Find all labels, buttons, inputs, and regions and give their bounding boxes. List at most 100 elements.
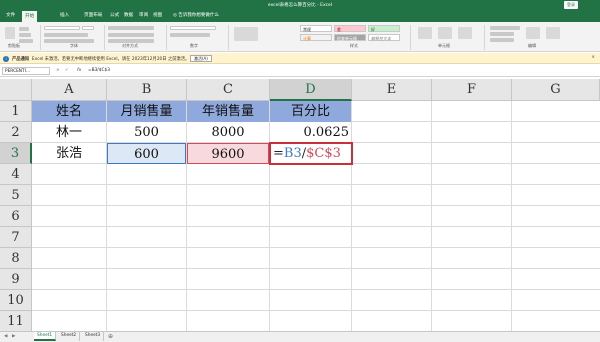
clear-button[interactable]	[490, 38, 514, 42]
style-good[interactable]: 好	[368, 25, 400, 32]
style-explanatory[interactable]: 解释性文本	[368, 34, 400, 41]
ribbon: 剪贴板 字体 对齐方式 数字 常规 差 好 计算 检查单元格 解释性文本 样式 …	[0, 22, 600, 52]
row-header-10[interactable]: 10	[0, 290, 32, 311]
ribbon-divider	[484, 25, 485, 50]
gridline	[351, 101, 352, 331]
format-cells-icon[interactable]	[458, 27, 472, 39]
cell-a1[interactable]: 姓名	[32, 101, 106, 122]
style-check-cell[interactable]: 检查单元格	[334, 34, 366, 41]
activate-button[interactable]: 激活(A)	[190, 55, 212, 62]
prev-sheet-icon[interactable]: ◀	[4, 334, 7, 339]
delete-cells-icon[interactable]	[438, 27, 452, 39]
ribbon-tabs: 文件 开始 插入 页面布局 公式 数据 审阅 视图 帮助 ◎ 告诉我你想要做什么	[0, 10, 600, 22]
info-icon: i	[3, 55, 9, 62]
gridline	[32, 289, 600, 290]
row-header-3[interactable]: 3	[0, 143, 32, 164]
cell-c2[interactable]: 8000	[187, 122, 269, 143]
row-header-4[interactable]: 4	[0, 164, 32, 185]
formula-input[interactable]: =B3/$C$3	[88, 68, 110, 73]
row-header-1[interactable]: 1	[0, 101, 32, 122]
row-header-8[interactable]: 8	[0, 248, 32, 269]
find-select-icon[interactable]	[546, 27, 560, 39]
cell-d1[interactable]: 百分比	[270, 101, 351, 122]
sheet-tab-sheet3[interactable]: Sheet3	[82, 332, 105, 341]
row-header-11[interactable]: 11	[0, 311, 32, 332]
select-all-corner[interactable]	[0, 79, 32, 101]
style-normal[interactable]: 常规	[300, 25, 332, 32]
sheet-tab-sheet2[interactable]: Sheet2	[58, 332, 81, 341]
row-header-6[interactable]: 6	[0, 206, 32, 227]
gridline	[32, 268, 600, 269]
tell-me-search[interactable]: ◎ 告诉我你想要做什么	[173, 12, 219, 18]
next-sheet-icon[interactable]: ▶	[12, 334, 15, 339]
window-title: excel表格怎么算百分比 - Excel	[267, 3, 333, 8]
sheet-tab-bar: ◀ ▶ Sheet1 Sheet2 Sheet3 ⊕	[0, 331, 600, 342]
row-header-5[interactable]: 5	[0, 185, 32, 206]
name-box[interactable]: PERCENTI...	[2, 67, 50, 75]
formula-bar: PERCENTI... × ✓ fx =B3/$C$3	[0, 66, 600, 77]
font-style-buttons[interactable]	[44, 33, 88, 37]
row-header-9[interactable]: 9	[0, 269, 32, 290]
cell-d3-editing[interactable]: =B3/$C$3	[269, 142, 353, 165]
format-painter-icon[interactable]	[19, 39, 33, 43]
cell-b3[interactable]: 600	[107, 143, 186, 164]
tab-view[interactable]: 视图	[153, 12, 162, 18]
row-header-2[interactable]: 2	[0, 122, 32, 143]
tab-insert[interactable]: 插入	[60, 12, 69, 18]
group-styles-label: 样式	[350, 43, 358, 48]
sheet-tab-sheet1[interactable]: Sheet1	[34, 332, 57, 341]
copy-icon[interactable]	[19, 33, 31, 37]
autosum-button[interactable]	[490, 26, 520, 30]
align-top-buttons[interactable]	[108, 26, 154, 30]
column-header-f[interactable]: F	[432, 79, 512, 101]
style-bad[interactable]: 差	[334, 25, 366, 32]
style-calculation[interactable]: 计算	[300, 34, 332, 41]
conditional-format-icon[interactable]	[234, 27, 258, 41]
gridline	[32, 310, 600, 311]
font-color-buttons[interactable]	[44, 39, 94, 43]
worksheet-grid[interactable]: A B C D E F G 1 2 3 4 5 6 7 8 9 10 11 姓名…	[0, 79, 600, 332]
column-header-c[interactable]: C	[187, 79, 270, 101]
activation-notice-bar: i 产品通知 Excel 未激活。若要无中断地继续使用 Excel，请在 202…	[0, 53, 600, 64]
tab-review[interactable]: 审阅	[139, 12, 148, 18]
gridline	[32, 247, 600, 248]
number-format-select[interactable]	[170, 26, 216, 30]
close-icon[interactable]: ×	[591, 55, 595, 60]
font-name-select[interactable]	[44, 26, 80, 30]
cell-b1[interactable]: 月销售量	[107, 101, 186, 122]
add-sheet-icon[interactable]: ⊕	[108, 333, 113, 340]
insert-cells-icon[interactable]	[418, 27, 432, 39]
paste-icon[interactable]	[5, 27, 15, 39]
login-button[interactable]: 登录	[564, 1, 578, 9]
number-buttons[interactable]	[170, 33, 210, 37]
column-header-g[interactable]: G	[512, 79, 600, 101]
cell-a3[interactable]: 张浩	[32, 143, 106, 164]
cell-d2[interactable]: 0.0625	[270, 122, 351, 143]
tab-home[interactable]: 开始	[22, 11, 38, 22]
insert-function-icon[interactable]: fx	[77, 68, 81, 73]
cell-c3[interactable]: 9600	[187, 143, 269, 164]
column-header-b[interactable]: B	[107, 79, 187, 101]
tab-file[interactable]: 文件	[6, 12, 15, 18]
tab-page-layout[interactable]: 页面布局	[84, 12, 102, 18]
group-font-label: 字体	[70, 43, 78, 48]
fill-button[interactable]	[490, 32, 514, 36]
column-header-a[interactable]: A	[32, 79, 107, 101]
row-header-7[interactable]: 7	[0, 227, 32, 248]
align-buttons[interactable]	[108, 33, 154, 37]
cancel-enter-icons[interactable]: × ✓	[56, 68, 71, 73]
cell-b2[interactable]: 500	[107, 122, 186, 143]
column-header-e[interactable]: E	[352, 79, 432, 101]
cell-c1[interactable]: 年销售量	[187, 101, 269, 122]
font-size-select[interactable]	[82, 26, 94, 30]
notice-message: 产品通知 Excel 未激活。若要无中断地继续使用 Excel，请在 2023年…	[12, 57, 190, 62]
gridline	[431, 101, 432, 331]
sort-filter-icon[interactable]	[526, 27, 540, 39]
ribbon-divider	[166, 25, 167, 50]
tab-data[interactable]: 数据	[124, 12, 133, 18]
tab-formulas[interactable]: 公式	[110, 12, 119, 18]
column-header-d[interactable]: D	[270, 79, 352, 101]
cut-icon[interactable]	[19, 27, 29, 31]
gridline	[511, 101, 512, 331]
cell-a2[interactable]: 林一	[32, 122, 106, 143]
